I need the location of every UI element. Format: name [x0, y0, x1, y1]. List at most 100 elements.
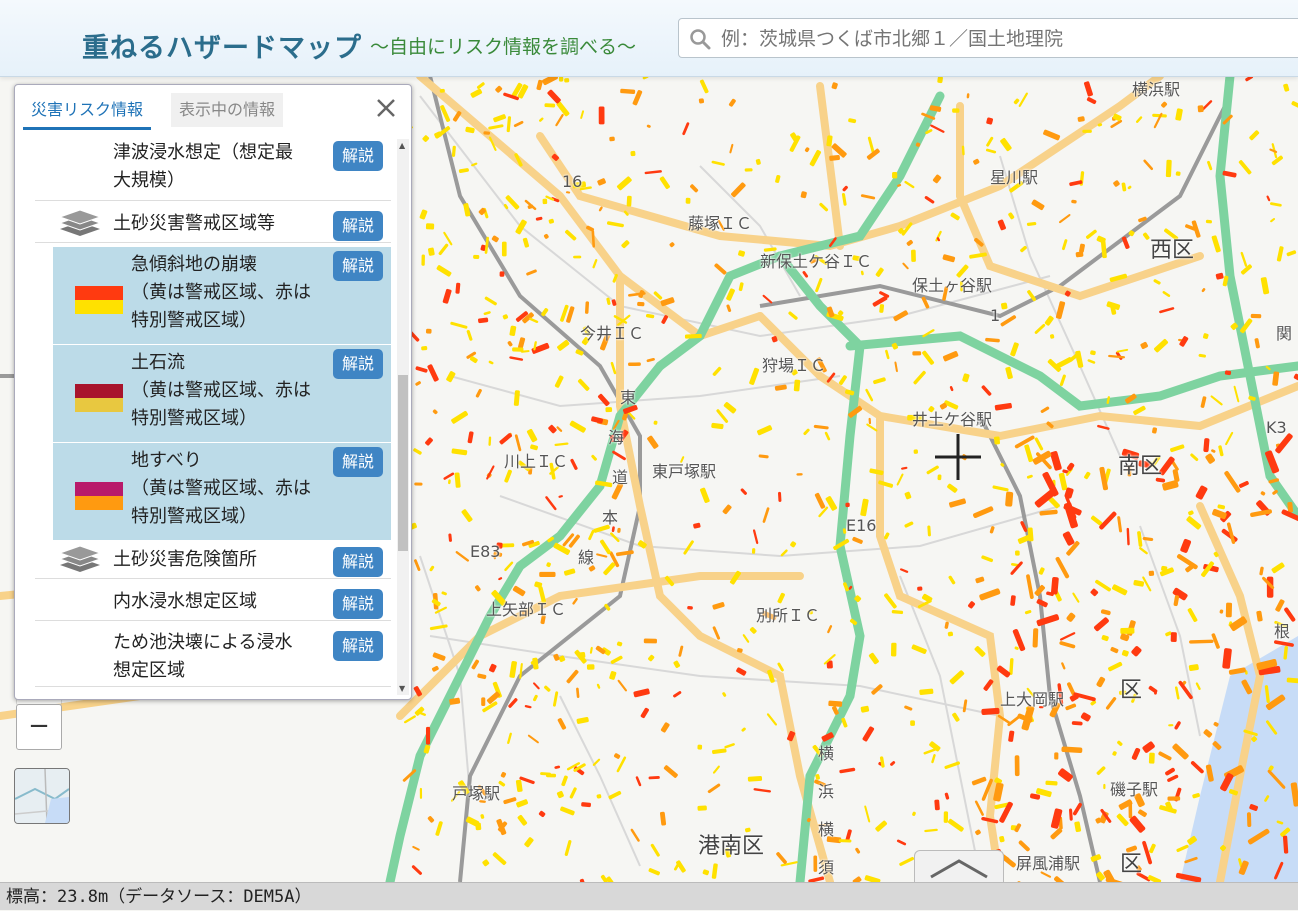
hazard-area [697, 744, 703, 750]
tab-disaster-risk[interactable]: 災害リスク情報 [23, 93, 152, 130]
map-label: 磯子駅 [1110, 780, 1159, 799]
map-label: 南区 [1118, 454, 1163, 479]
map-label: 上矢部ＩＣ [486, 600, 567, 619]
hazard-area [1045, 780, 1058, 786]
layer-item[interactable]: 急傾斜地の崩壊 （黄は警戒区域、赤は 特別警戒区域） 解説 [53, 247, 391, 345]
hazard-area [952, 108, 960, 113]
layer-item[interactable]: 内水浸水想定区域 解説 [35, 583, 391, 621]
layer-item-label-line: 土砂災害警戒区域等 [113, 213, 275, 234]
map-label: 井土ケ谷駅 [912, 410, 993, 429]
map-label: 線 [578, 548, 595, 567]
hazard-area [913, 449, 918, 454]
hazard-area [481, 697, 486, 706]
hazard-area-severe [1246, 812, 1252, 828]
expand-bottom-button[interactable] [914, 850, 1004, 885]
legend-swatch [75, 384, 123, 412]
explain-button[interactable]: 解説 [333, 547, 383, 577]
map-label: 東戸塚駅 [652, 462, 717, 481]
explain-button[interactable]: 解説 [333, 251, 383, 281]
map-label: 東 [620, 388, 637, 407]
map-label: 16 [562, 172, 583, 191]
explain-button[interactable]: 解説 [333, 349, 383, 379]
legend-swatch-band [75, 300, 123, 314]
scroll-up-arrow-icon[interactable]: ▲ [399, 141, 405, 150]
elevation-status: 標高：23.8m（データソース：DEM5A） [0, 882, 1298, 910]
chevron-up-icon [930, 859, 988, 879]
map-label: 区 [1120, 678, 1143, 703]
hazard-area [501, 241, 507, 257]
hazard-area [993, 436, 1001, 445]
layer-list: 津波浸水想定（想定最 大規模） 解説 土砂災害警戒区域等 解説 急傾斜地の崩壊 （黄は警戒区… [15, 139, 395, 699]
hazard-area [917, 586, 923, 591]
basemap-switch-button[interactable] [14, 768, 70, 824]
layer-item[interactable]: 土砂災害警戒区域等 解説 [35, 205, 391, 243]
search-icon [690, 29, 711, 50]
minimap-thumbnail-icon [15, 769, 69, 823]
map-label: 横 [818, 744, 835, 763]
layer-item-label-line: （黄は警戒区域、赤は [131, 380, 311, 401]
layer-item[interactable]: 土石流 （黄は警戒区域、赤は 特別警戒区域） 解説 [53, 345, 391, 443]
hazard-area [539, 571, 556, 578]
map-label: K3 [1266, 418, 1287, 437]
search-box[interactable] [678, 18, 1298, 58]
map-label: 別所ＩＣ [756, 606, 821, 625]
scroll-down-arrow-icon[interactable]: ▼ [399, 684, 405, 693]
hazard-area [845, 502, 850, 508]
map-label: 戸塚駅 [452, 784, 501, 803]
hazard-area [585, 301, 590, 314]
map-label: 1 [990, 306, 1001, 325]
layer-item[interactable]: 土砂災害危険箇所 解説 [35, 541, 391, 579]
zoom-out-button[interactable]: − [16, 704, 62, 750]
hazard-area [1250, 313, 1262, 319]
close-icon[interactable] [375, 97, 397, 119]
search-input[interactable] [719, 24, 1298, 54]
hazard-area [544, 103, 556, 108]
hazard-area [573, 255, 582, 259]
legend-swatch [75, 482, 123, 510]
hazard-area [684, 333, 702, 339]
legend-swatch-band [75, 384, 123, 398]
explain-button[interactable]: 解説 [333, 211, 383, 241]
hazard-area [751, 548, 756, 554]
map-label: 海 [608, 428, 625, 447]
explain-button[interactable]: 解説 [333, 141, 383, 171]
layer-item[interactable]: 津波浸水想定（想定最 大規模） 解説 [35, 139, 391, 201]
map-label: 横浜駅 [1132, 80, 1181, 99]
layer-item-label: 地すべり （黄は警戒区域、赤は 特別警戒区域） [131, 447, 311, 531]
hazard-area [598, 106, 605, 125]
hazard-area [828, 700, 843, 707]
app-title[interactable]: 重ねるハザードマップ [82, 26, 362, 65]
hazard-area [943, 811, 949, 823]
layer-item-label: 内水浸水想定区域 [113, 588, 257, 616]
layer-item[interactable]: ため池決壊による浸水 想定区域 解説 [35, 625, 391, 687]
scroll-thumb[interactable] [398, 375, 408, 551]
legend-swatch-band [75, 398, 123, 412]
hazard-area [626, 195, 632, 207]
map-label: 狩場ＩＣ [762, 356, 827, 375]
map-label: 区 [1120, 852, 1143, 877]
tab-displayed-info[interactable]: 表示中の情報 [171, 93, 284, 127]
map-label: 根 [1274, 622, 1291, 641]
hazard-area [796, 473, 803, 476]
explain-button[interactable]: 解説 [333, 631, 383, 661]
hazard-area [1170, 632, 1177, 642]
hazard-area [1197, 105, 1204, 113]
hazard-area [1287, 501, 1294, 513]
layer-item-label-line: 津波浸水想定（想定最 [113, 142, 293, 163]
hazard-area [630, 150, 636, 157]
layer-item-label: 土砂災害警戒区域等 [113, 210, 275, 238]
explain-button[interactable]: 解説 [333, 447, 383, 477]
hazard-area [1225, 602, 1233, 618]
layer-item[interactable]: 地すべり （黄は警戒区域、赤は 特別警戒区域） 解説 [53, 443, 391, 541]
hazard-area [1205, 219, 1212, 224]
hazard-area [1148, 752, 1155, 764]
hazard-area [1168, 724, 1174, 727]
map-label: 保土ヶ谷駅 [912, 276, 993, 295]
explain-button[interactable]: 解説 [333, 589, 383, 619]
hazard-area [793, 379, 801, 392]
panel-scrollbar[interactable]: ▲ ▼ [397, 139, 409, 695]
map-label: 上大岡駅 [1000, 690, 1065, 709]
layer-item-label-line: 特別警戒区域） [131, 506, 257, 527]
layer-item-label-line: 想定区域 [113, 660, 185, 681]
layer-item-label-line: 土砂災害危険箇所 [113, 549, 257, 570]
